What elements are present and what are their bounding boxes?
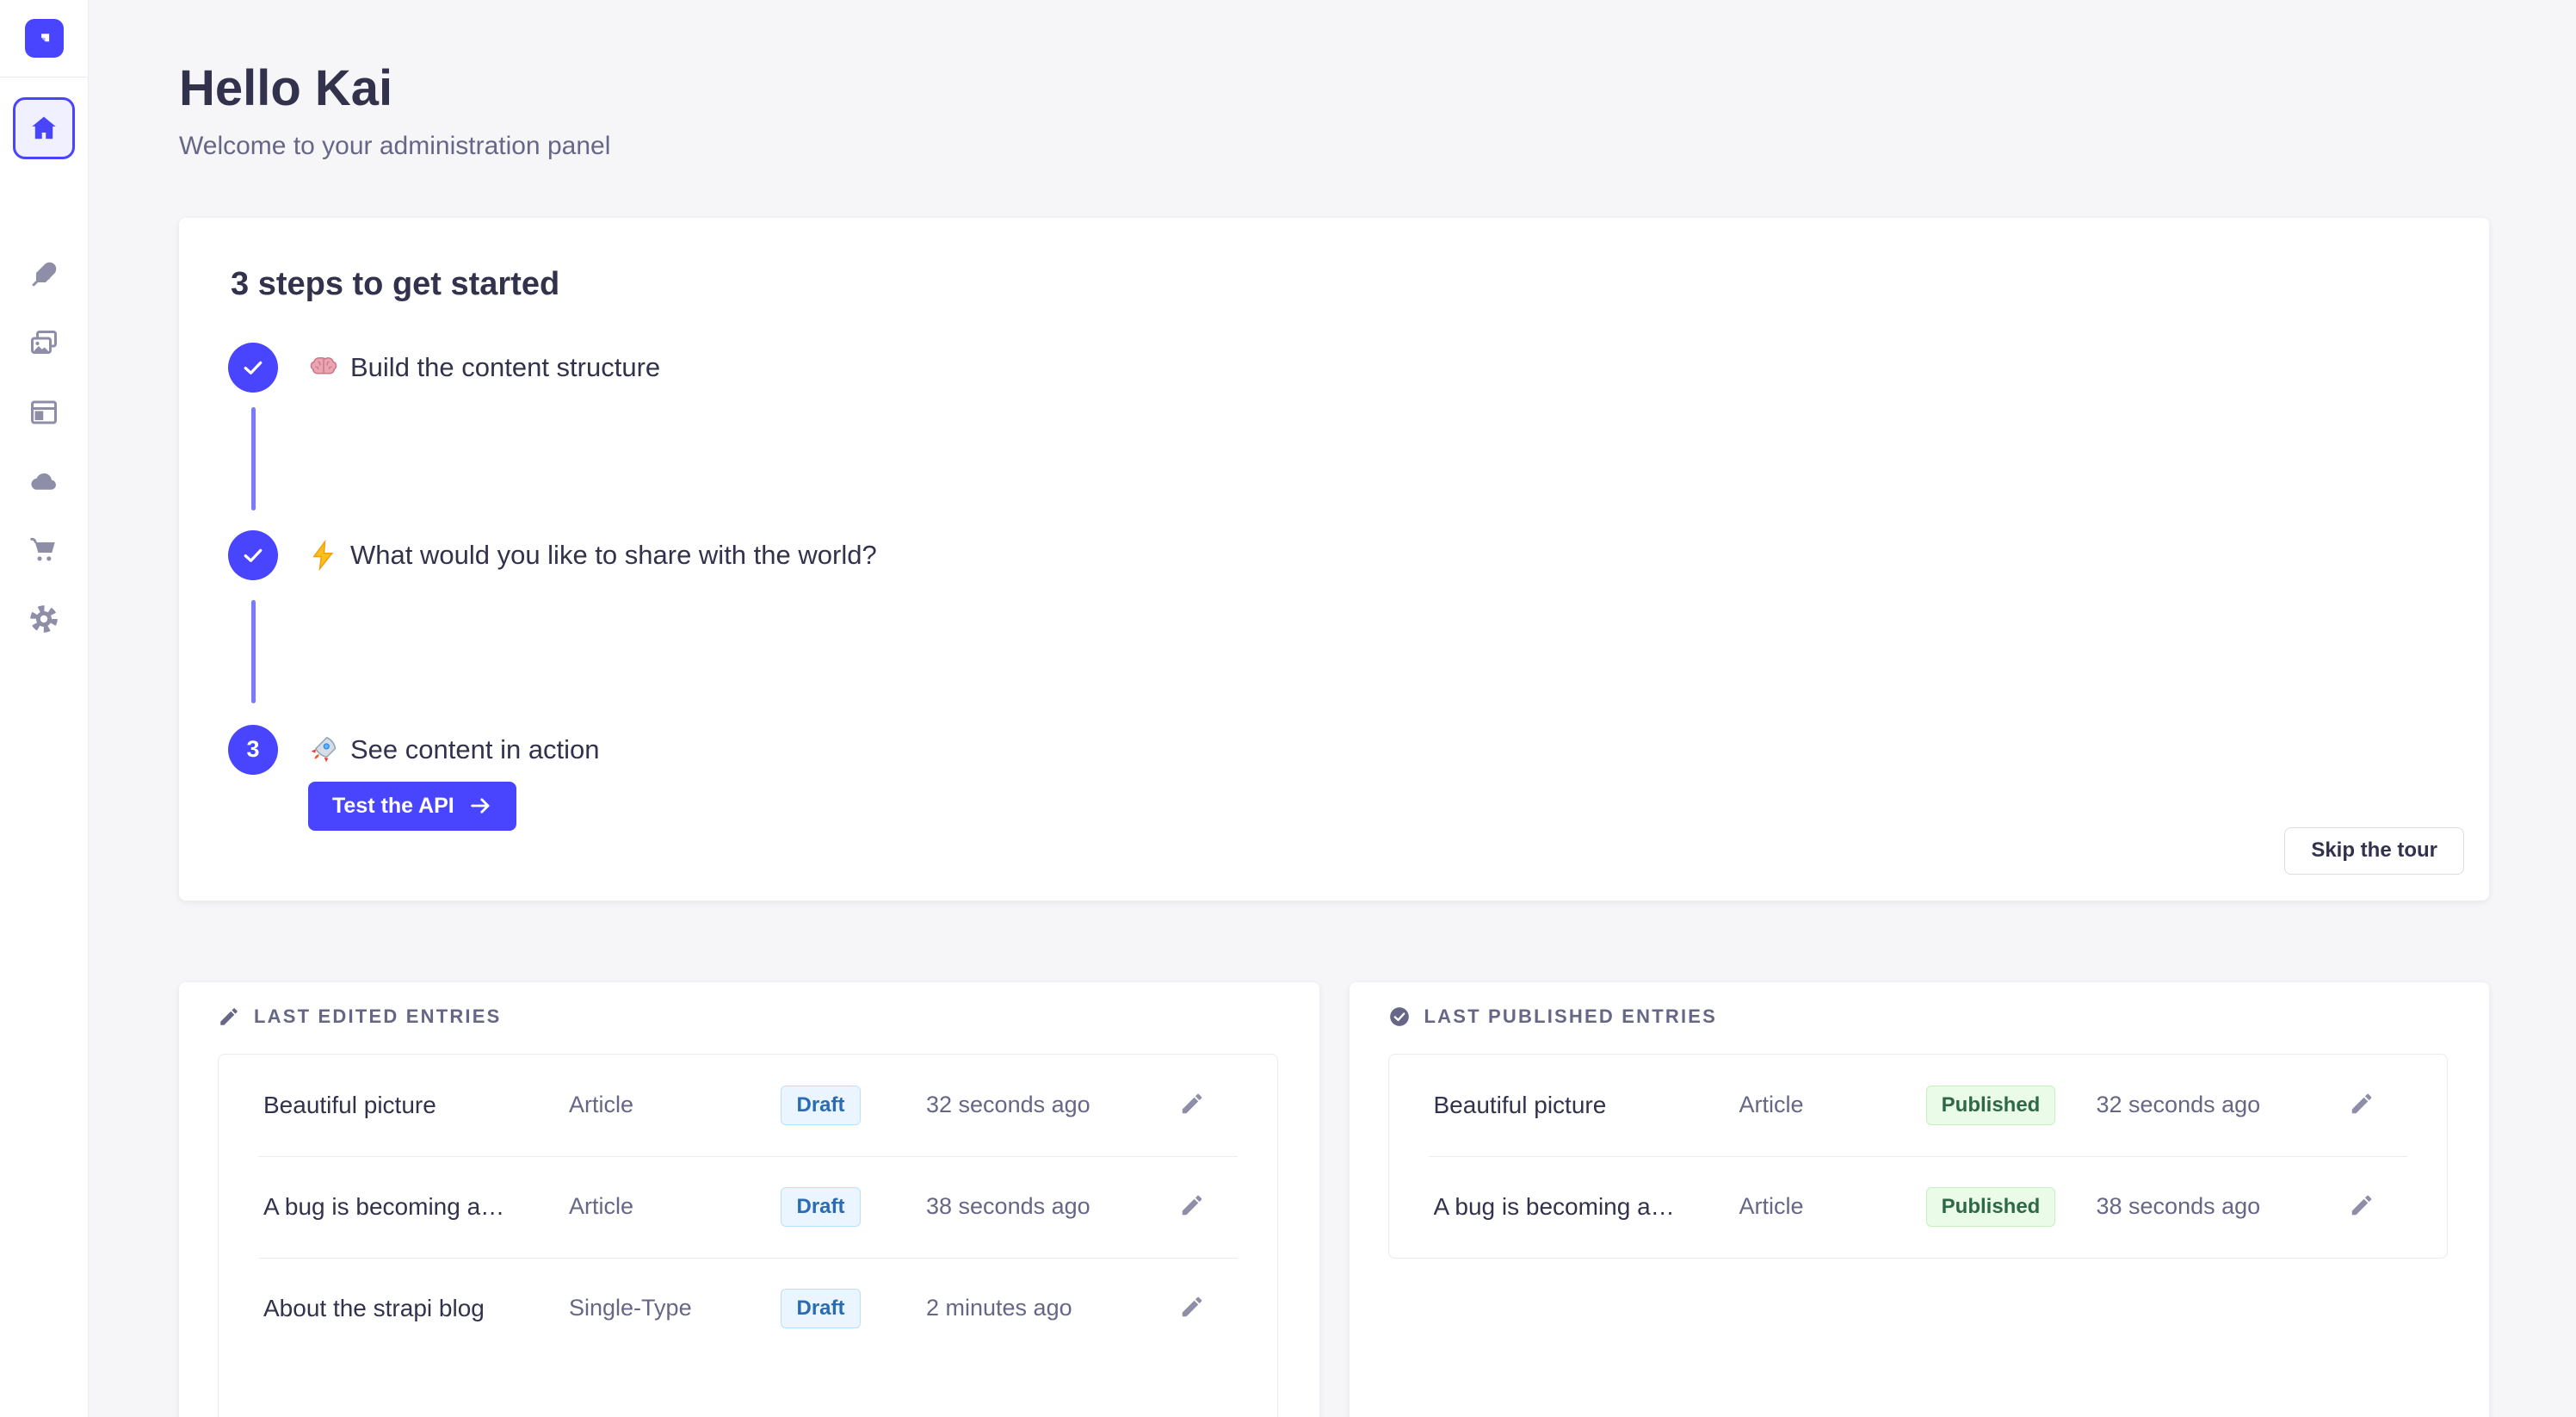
last-published-panel: LAST PUBLISHED ENTRIES Beautiful picture… (1350, 982, 2490, 1417)
sidebar (0, 0, 89, 1417)
home-icon (28, 113, 59, 144)
sidebar-item-media-library[interactable] (28, 328, 59, 359)
edit-entry-button[interactable] (1177, 1192, 1207, 1222)
entry-time: 32 seconds ago (926, 1092, 1177, 1118)
pencil-icon (2349, 1091, 2375, 1117)
entry-row: A bug is becoming a… Article Draft 38 se… (219, 1156, 1277, 1258)
strapi-logo[interactable] (25, 19, 64, 58)
step-3-row: See content in action (308, 725, 600, 775)
entry-row: Beautiful picture Article Published 32 s… (1389, 1055, 2448, 1156)
layout-icon (28, 397, 59, 428)
main-content: Hello Kai Welcome to your administration… (89, 0, 2576, 1417)
status-badge: Draft (781, 1086, 860, 1125)
check-icon (240, 542, 266, 568)
entry-type: Article (1739, 1092, 1886, 1118)
sidebar-item-marketplace[interactable] (28, 535, 59, 566)
sidebar-item-settings[interactable] (28, 603, 59, 634)
last-edited-panel: LAST EDITED ENTRIES Beautiful picture Ar… (179, 982, 1319, 1417)
status-badge: Published (1926, 1187, 2056, 1227)
sidebar-item-content-manager[interactable] (28, 259, 59, 290)
entries-panels: LAST EDITED ENTRIES Beautiful picture Ar… (179, 982, 2489, 1417)
arrow-right-icon (468, 794, 492, 818)
step-2-row: What would you like to share with the wo… (308, 530, 877, 580)
step-3-number: 3 (246, 736, 259, 763)
test-api-label: Test the API (332, 794, 454, 819)
step-1-row: Build the content structure (308, 343, 660, 393)
feather-icon (28, 259, 59, 290)
pencil-icon (218, 1006, 240, 1028)
entry-row: About the strapi blog Single-Type Draft … (219, 1258, 1277, 1359)
entry-type: Article (569, 1193, 715, 1220)
step-2-label: What would you like to share with the wo… (350, 540, 877, 571)
entry-time: 38 seconds ago (2097, 1193, 2348, 1220)
status-badge: Published (1926, 1086, 2056, 1125)
skip-tour-button[interactable]: Skip the tour (2284, 827, 2464, 875)
last-published-table: Beautiful picture Article Published 32 s… (1388, 1054, 2449, 1259)
last-published-title: LAST PUBLISHED ENTRIES (1424, 1006, 1718, 1028)
entry-type: Article (1739, 1193, 1886, 1220)
pencil-icon (1179, 1192, 1205, 1218)
guided-tour-card: 3 steps to get started Build the content… (179, 218, 2489, 900)
pencil-icon (2349, 1192, 2375, 1218)
sidebar-item-cloud[interactable] (28, 466, 59, 497)
lightning-emoji (308, 540, 339, 571)
edit-entry-button[interactable] (1177, 1294, 1207, 1323)
tour-title: 3 steps to get started (231, 266, 559, 303)
last-edited-title: LAST EDITED ENTRIES (254, 1006, 502, 1028)
edit-entry-button[interactable] (2347, 1192, 2376, 1222)
last-edited-header: LAST EDITED ENTRIES (218, 1006, 1278, 1028)
entry-type: Article (569, 1092, 715, 1118)
media-library-icon (28, 328, 59, 359)
entry-title: Beautiful picture (1434, 1092, 1739, 1119)
test-api-button[interactable]: Test the API (308, 782, 516, 831)
step-3-label: See content in action (350, 734, 600, 765)
rocket-emoji (308, 734, 339, 765)
last-published-header: LAST PUBLISHED ENTRIES (1388, 1006, 2449, 1028)
sidebar-item-content-type-builder[interactable] (28, 397, 59, 428)
step-connector (251, 407, 256, 510)
pencil-icon (1179, 1091, 1205, 1117)
status-badge: Draft (781, 1187, 860, 1227)
entry-row: Beautiful picture Article Draft 32 secon… (219, 1055, 1277, 1156)
entry-title: About the strapi blog (263, 1295, 569, 1322)
check-circle-icon (1388, 1006, 1411, 1028)
page-title: Hello Kai (179, 0, 2489, 118)
edit-entry-button[interactable] (2347, 1091, 2376, 1120)
logo-section (0, 0, 89, 77)
settings-gear-icon (28, 603, 59, 634)
step-connector (251, 600, 256, 703)
entry-title: A bug is becoming a… (1434, 1193, 1739, 1221)
step-3-number-circle: 3 (228, 725, 278, 775)
edit-entry-button[interactable] (1177, 1091, 1207, 1120)
entry-time: 2 minutes ago (926, 1295, 1177, 1321)
entry-title: A bug is becoming a… (263, 1193, 569, 1221)
check-icon (240, 355, 266, 381)
step-2-done-circle (228, 530, 278, 580)
entry-title: Beautiful picture (263, 1092, 569, 1119)
last-edited-table: Beautiful picture Article Draft 32 secon… (218, 1054, 1278, 1417)
page-subtitle: Welcome to your administration panel (179, 130, 2489, 163)
entry-type: Single-Type (569, 1295, 715, 1321)
pencil-icon (1179, 1294, 1205, 1320)
strapi-logo-icon (33, 27, 56, 50)
cloud-icon (28, 466, 59, 497)
entry-time: 32 seconds ago (2097, 1092, 2348, 1118)
step-1-done-circle (228, 343, 278, 393)
sidebar-item-home[interactable] (13, 97, 75, 159)
marketplace-cart-icon (28, 535, 59, 566)
step-1-label: Build the content structure (350, 352, 660, 383)
entry-time: 38 seconds ago (926, 1193, 1177, 1220)
entry-row: A bug is becoming a… Article Published 3… (1389, 1156, 2448, 1258)
brain-emoji (308, 352, 339, 383)
status-badge: Draft (781, 1289, 860, 1328)
